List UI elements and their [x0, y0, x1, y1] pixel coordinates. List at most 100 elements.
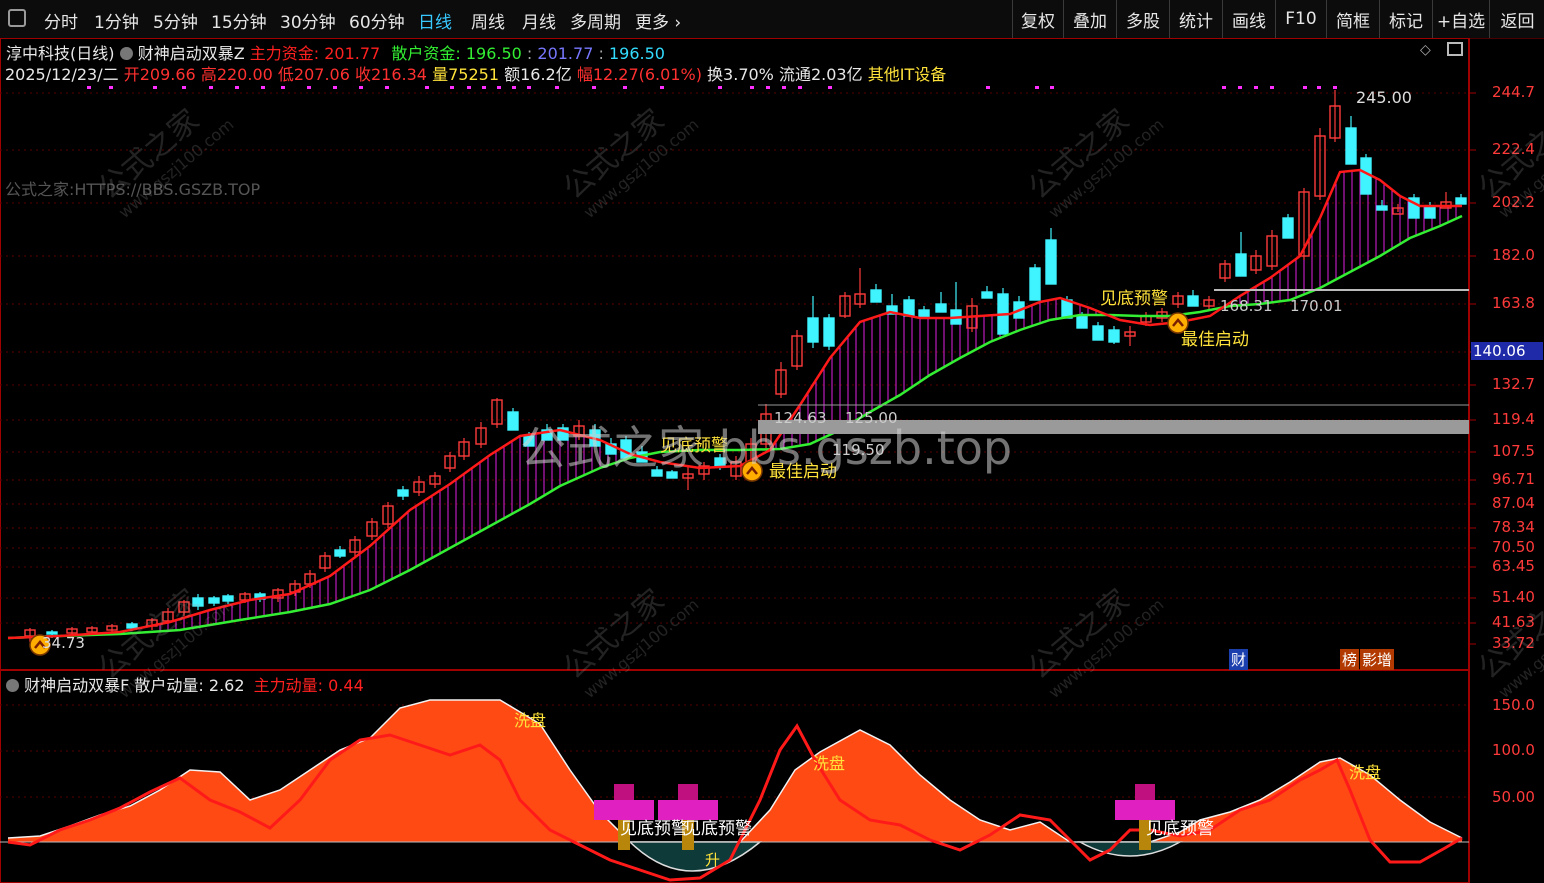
high-price-label: 245.00 — [1356, 88, 1412, 107]
signal-dot — [1238, 86, 1242, 89]
signal-dot — [1254, 86, 1258, 89]
candle-down — [1235, 253, 1247, 277]
price-axis-label: 70.50 — [1492, 538, 1535, 556]
signal-dot — [385, 86, 389, 89]
signal-dot — [718, 86, 722, 89]
signal-dot — [986, 86, 990, 89]
price-axis-label: 63.45 — [1492, 557, 1535, 575]
signal-dot — [307, 86, 311, 89]
growth-tag[interactable]: 影增 — [1360, 649, 1395, 670]
signal-dot — [1050, 86, 1054, 89]
candle-down — [334, 549, 346, 557]
low-price-label: 34.73 — [42, 634, 85, 652]
signal-dot — [87, 86, 91, 89]
main-fund-line — [7, 168, 1462, 640]
candle-down — [507, 411, 519, 431]
rise-label: 升 — [705, 851, 721, 869]
signal-dot — [623, 86, 627, 89]
sub-bottom-warning-3: 见底预警 — [1146, 819, 1214, 839]
money-god-head — [614, 784, 634, 800]
signal-dot — [782, 86, 786, 89]
signal-dot — [1035, 86, 1039, 89]
wash-label-2: 洗盘 — [813, 754, 846, 773]
signal-dot — [281, 86, 285, 89]
price-axis-label: 182.0 — [1492, 246, 1535, 264]
sub-bottom-warning-1: 见底预警 — [620, 819, 688, 839]
best-start-label-2: 最佳启动 — [1181, 330, 1249, 350]
candle-down — [1455, 197, 1467, 205]
signal-dot — [482, 86, 486, 89]
signal-dot — [109, 86, 113, 89]
quote-date: 2025/12/23/二 — [5, 65, 119, 84]
candle-down — [870, 289, 882, 303]
candle-down — [935, 303, 947, 313]
candle-down — [1108, 329, 1120, 343]
level-label-a2: 170.01 — [1290, 297, 1343, 315]
signal-dot — [555, 86, 559, 89]
quote-low: 低207.06 — [277, 65, 350, 84]
level-label-a1: 168.31 — [1220, 297, 1273, 315]
candle-down — [1187, 295, 1199, 307]
candle-down — [1376, 205, 1388, 211]
price-axis-label: 87.04 — [1492, 494, 1535, 512]
panel-toggle-icon[interactable] — [1447, 42, 1463, 56]
signal-dot — [828, 86, 832, 89]
signal-dot — [235, 86, 239, 89]
candle-down — [807, 317, 819, 343]
quote-open: 开209.66 — [123, 65, 196, 84]
candle-down — [397, 489, 409, 497]
diamond-icon[interactable]: ◇ — [1420, 42, 1431, 58]
signal-dot — [333, 86, 337, 89]
signal-dot — [182, 86, 186, 89]
price-axis-label: 163.8 — [1492, 294, 1535, 312]
ranking-tag[interactable]: 榜 — [1340, 649, 1360, 670]
indicator-settings-icon[interactable] — [119, 47, 133, 60]
candle-down — [1045, 239, 1057, 285]
money-god-head — [1135, 784, 1155, 800]
candle-down — [1092, 325, 1104, 341]
quote-close: 收216.34 — [355, 65, 427, 84]
price-axis-label: 107.5 — [1492, 442, 1535, 460]
signal-dot — [1303, 86, 1307, 89]
retail-momentum-value: 2.62 — [208, 676, 245, 695]
main-momentum-value: 0.44 — [328, 676, 364, 695]
signal-dot — [1317, 86, 1321, 89]
quote-volume: 量75251 — [432, 65, 499, 84]
quote-float: 流通2.03亿 — [778, 65, 863, 84]
quote-sector[interactable]: 其他IT设备 — [868, 65, 947, 84]
signal-dot — [592, 86, 596, 89]
signal-dot — [359, 86, 363, 89]
quote-change: 幅12.27(6.01%) — [576, 65, 702, 84]
signal-dot — [512, 86, 516, 89]
signal-dot — [1270, 86, 1274, 89]
signal-dot — [497, 86, 501, 89]
candle-down — [1282, 217, 1294, 239]
sub-axis-150: 150.0 — [1492, 696, 1535, 714]
finance-tag[interactable]: 财 — [1229, 649, 1249, 670]
candle-down — [1029, 267, 1041, 301]
price-axis-label: 132.7 — [1492, 375, 1535, 393]
main-momentum-label: 主力动量: — [253, 676, 324, 695]
price-axis-label: 140.06 — [1471, 342, 1543, 360]
quote-amount: 额16.2亿 — [504, 65, 572, 84]
price-axis-label: 78.34 — [1492, 518, 1535, 536]
wash-label-3: 洗盘 — [1349, 763, 1382, 782]
trough-area-2 — [1077, 841, 1183, 857]
price-axis-label: 244.7 — [1492, 83, 1535, 101]
signal-dot — [261, 86, 265, 89]
signal-dot — [153, 86, 157, 89]
trough-area-1 — [628, 841, 763, 872]
sub-bottom-warning-2: 见底预警 — [684, 819, 752, 839]
signal-dot — [425, 86, 429, 89]
price-axis-label: 119.4 — [1492, 410, 1535, 428]
signal-dot — [1222, 86, 1226, 89]
price-axis-label: 96.71 — [1492, 470, 1535, 488]
candle-down — [823, 317, 835, 347]
bottom-warning-label-2: 见底预警 — [1100, 289, 1168, 309]
sub-indicator-settings-icon[interactable] — [6, 679, 19, 692]
signal-dot — [209, 86, 213, 89]
money-god-head — [678, 784, 698, 800]
signal-dot — [1333, 86, 1337, 89]
signal-dot — [798, 86, 802, 89]
signal-dot — [766, 86, 770, 89]
